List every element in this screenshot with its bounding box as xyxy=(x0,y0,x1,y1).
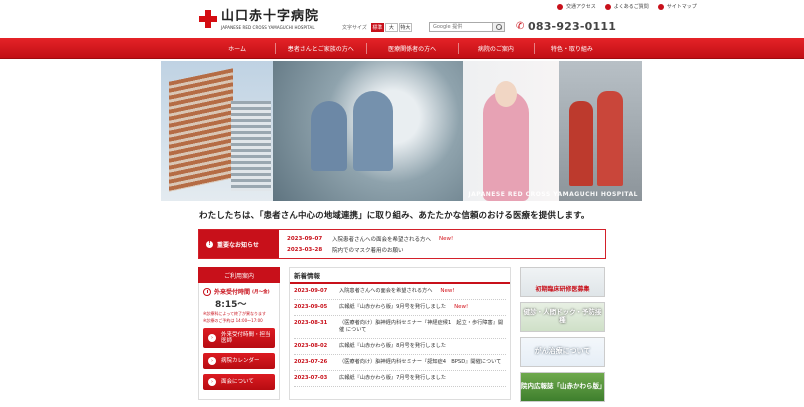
top-link-faq[interactable]: よくあるご質問 xyxy=(604,3,649,10)
nav-features[interactable]: 特色・取り組み xyxy=(533,38,610,59)
arrow-right-icon: › xyxy=(208,378,216,386)
arrow-right-icon: › xyxy=(208,357,216,365)
news-date: 2023-09-05 xyxy=(294,304,328,310)
news-date: 2023-08-02 xyxy=(294,343,328,349)
hero-caption: JAPANESE RED CROSS YAMAGUCHI HOSPITAL xyxy=(468,191,638,198)
phone-number[interactable]: 083-923-0111 xyxy=(528,20,616,33)
search-input[interactable] xyxy=(430,23,492,31)
new-badge: New! xyxy=(454,304,469,310)
hours-note: ※診療のご予約は 14:00〜17:00 xyxy=(203,317,263,323)
visiting-info-button[interactable]: › 面会について xyxy=(203,374,275,390)
site-logo[interactable]: 山口赤十字病院 JAPANESE RED CROSS YAMAGUCHI HOS… xyxy=(199,9,319,30)
nav-medical-professionals[interactable]: 医療関係者の方へ xyxy=(366,38,457,59)
usage-guide-header: ご利用案内 xyxy=(198,267,280,283)
outpatient-hours-title: 外来受付時間 (月〜金) xyxy=(203,287,275,296)
hero-image: JAPANESE RED CROSS YAMAGUCHI HOSPITAL xyxy=(161,61,642,201)
new-badge: New! xyxy=(440,288,455,294)
news-header: 新着情報 xyxy=(290,268,510,284)
news-item[interactable]: 2023-09-07 入院患者さんへの面会を希望される方へ New! xyxy=(294,284,506,300)
exclamation-icon: ! xyxy=(206,240,213,248)
news-date: 2023-07-26 xyxy=(294,359,328,365)
news-item[interactable]: 2023-08-31 （医療者向け）脳神経内科セミナー『神経症候1 起立・歩行障… xyxy=(294,316,506,339)
tagline: わたしたちは、「患者さん中心の地域連携」に取り組み、あたたかな信頼のおける医療を… xyxy=(199,211,590,221)
red-cross-icon xyxy=(199,10,217,28)
search-icon[interactable] xyxy=(492,23,504,31)
news-date: 2023-08-31 xyxy=(294,320,328,326)
main-nav: ホーム 患者さんとご家族の方へ 医療関係者の方へ 病院のご案内 特色・取り組み xyxy=(0,38,804,59)
clock-icon xyxy=(203,287,211,296)
news-item[interactable]: 2023-07-03 広報紙『山赤かわら版』7月号を発行しました xyxy=(294,371,506,387)
font-size-xlarge-button[interactable]: 特大 xyxy=(398,23,412,32)
news-item[interactable]: 2023-07-26 （医療者向け）脳神経内科セミナー『認知症4 BPSD』開催… xyxy=(294,355,506,371)
outpatient-schedule-button[interactable]: › 外来受付時間・担当医師 xyxy=(203,328,275,348)
news-date: 2023-07-03 xyxy=(294,375,328,381)
phone-contact: ✆ 083-923-0111 xyxy=(516,20,616,33)
sitemap-icon xyxy=(657,3,664,10)
health-checkup-banner[interactable]: 健診・人間ドック・予防接種 xyxy=(520,302,605,332)
site-search xyxy=(429,22,505,32)
notice-date: 2023-09-07 xyxy=(287,235,323,242)
important-notice: ! 重要なお知らせ 2023-09-07 入院患者さんへの面会を希望される方へ … xyxy=(198,229,606,259)
top-links: 交通アクセス よくあるご質問 サイトマップ xyxy=(557,3,706,10)
notice-item[interactable]: 2023-09-07 入院患者さんへの面会を希望される方へ New! xyxy=(287,233,605,244)
nav-home[interactable]: ホーム xyxy=(199,38,275,59)
top-link-sitemap[interactable]: サイトマップ xyxy=(657,3,697,10)
news-section: 新着情報 2023-09-07 入院患者さんへの面会を希望される方へ New! 2… xyxy=(289,267,511,400)
access-icon xyxy=(557,3,563,10)
nav-hospital-info[interactable]: 病院のご案内 xyxy=(457,38,534,59)
notice-title[interactable]: 院内でのマスク着用のお願い xyxy=(332,246,404,254)
nurse-image xyxy=(483,91,529,201)
news-date: 2023-09-07 xyxy=(294,288,328,294)
font-size-switcher: 文字サイズ 標準 大 特大 xyxy=(342,23,413,32)
hospital-calendar-button[interactable]: › 病院カレンダー xyxy=(203,353,275,369)
notice-item[interactable]: 2023-03-28 院内でのマスク着用のお願い xyxy=(287,244,605,255)
faq-icon xyxy=(604,3,611,10)
logo-subtitle: JAPANESE RED CROSS YAMAGUCHI HOSPITAL xyxy=(221,25,315,30)
nav-patients[interactable]: 患者さんとご家族の方へ xyxy=(275,38,366,59)
font-size-large-button[interactable]: 大 xyxy=(384,23,398,32)
hours-note: ※診療科によって終了が異なります xyxy=(203,311,267,316)
news-item[interactable]: 2023-09-05 広報紙『山赤かわら版』9月号を発行しました New! xyxy=(294,300,506,316)
phone-icon: ✆ xyxy=(516,20,525,32)
notice-label: ! 重要なお知らせ xyxy=(199,230,279,258)
site-header: 山口赤十字病院 JAPANESE RED CROSS YAMAGUCHI HOS… xyxy=(0,0,804,38)
usage-guide-sidebar: ご利用案内 外来受付時間 (月〜金) 8:15〜 ※診療科によって終了が異なりま… xyxy=(198,267,280,400)
rescue-team-image xyxy=(569,101,593,186)
font-size-standard-button[interactable]: 標準 xyxy=(370,23,384,32)
notice-title[interactable]: 入院患者さんへの面会を希望される方へ xyxy=(332,235,431,243)
font-size-label: 文字サイズ xyxy=(342,25,367,31)
outpatient-hours-time: 8:15〜 xyxy=(215,300,247,310)
residency-recruitment-banner[interactable]: 初期臨床研修医募集 xyxy=(520,267,605,297)
banner-column: 初期臨床研修医募集 健診・人間ドック・予防接種 がん治療について 院内広報誌「山… xyxy=(520,267,605,407)
top-link-access[interactable]: 交通アクセス xyxy=(557,3,596,10)
newsletter-banner[interactable]: 院内広報誌「山赤かわら版」 xyxy=(520,372,605,402)
arrow-right-icon: › xyxy=(208,334,216,342)
news-item[interactable]: 2023-08-02 広報紙『山赤かわら版』8月号を発行しました xyxy=(294,339,506,355)
cancer-treatment-banner[interactable]: がん治療について xyxy=(520,337,605,367)
new-badge: New! xyxy=(439,235,454,242)
logo-title: 山口赤十字病院 xyxy=(221,9,320,24)
hospital-building-image xyxy=(169,68,233,192)
notice-date: 2023-03-28 xyxy=(287,246,323,253)
